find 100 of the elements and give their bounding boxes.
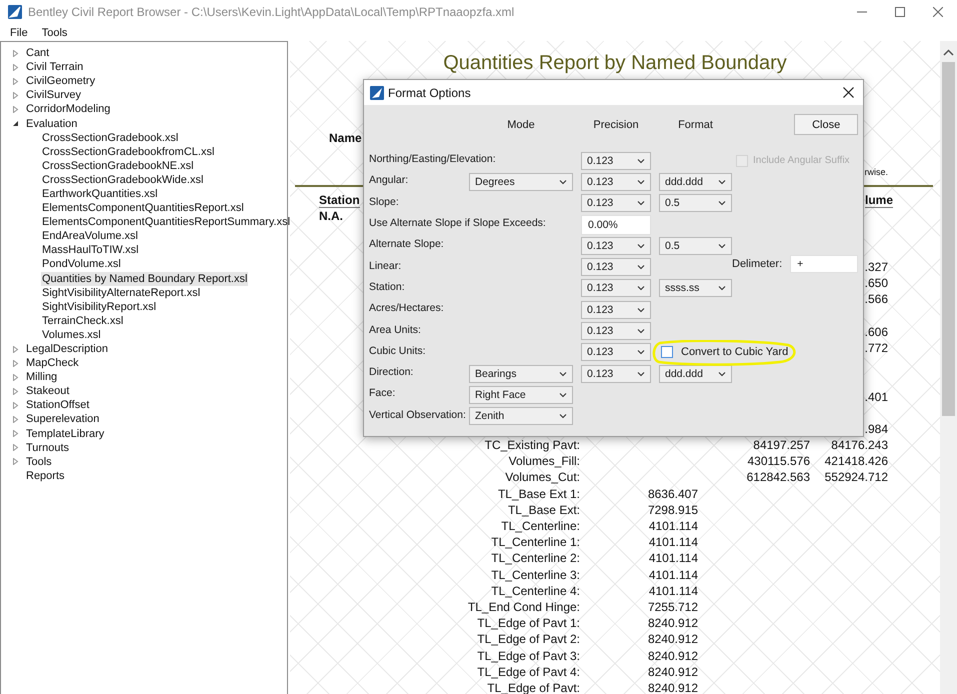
- tree-item[interactable]: ElementsComponentQuantitiesReportSummary.xsl: [41, 215, 292, 230]
- format-dropdown[interactable]: ddd.ddd: [659, 364, 732, 383]
- tree-item[interactable]: CorridorModeling: [25, 102, 112, 116]
- tree-item[interactable]: Cant: [25, 46, 50, 60]
- tree-item[interactable]: Milling: [25, 370, 58, 384]
- precision-dropdown[interactable]: 0.123: [581, 194, 651, 212]
- table-cell: 430115.576: [747, 454, 810, 468]
- table-cell: 8240.912: [648, 616, 698, 630]
- field-label: Acres/Hectares:: [369, 302, 445, 314]
- caret-icon: [718, 178, 726, 185]
- tree-item[interactable]: LegalDescription: [25, 342, 109, 356]
- tree-item[interactable]: Civil Terrain: [25, 60, 84, 74]
- table-cell: TL_Base Ext 1:: [498, 486, 580, 501]
- tree-item[interactable]: PondVolume.xsl: [41, 257, 122, 272]
- tree-item[interactable]: StationOffset: [25, 398, 90, 412]
- tree-item[interactable]: Superelevation: [25, 412, 100, 426]
- menu-item[interactable]: File: [6, 26, 32, 38]
- caret-icon: [718, 285, 726, 292]
- tree-item[interactable]: CivilSurvey: [25, 88, 82, 102]
- precision-dropdown[interactable]: 0.123: [581, 279, 651, 298]
- table-cell: TL_Edge of Pavt 3:: [477, 648, 580, 662]
- format-dropdown[interactable]: ssss.ss: [659, 279, 732, 298]
- mode-dropdown[interactable]: Zenith: [469, 407, 573, 426]
- field-label: Cubic Units:: [369, 344, 427, 357]
- table-cell: 7298.915: [648, 502, 698, 517]
- format-dropdown[interactable]: 0.5: [659, 236, 732, 255]
- caret-icon: [637, 264, 645, 270]
- mode-dropdown[interactable]: Right Face: [469, 386, 573, 404]
- caret-icon: [559, 370, 567, 377]
- close-icon[interactable]: [843, 87, 854, 98]
- scrollbar-thumb[interactable]: [942, 62, 955, 416]
- scrollbar[interactable]: [940, 41, 957, 694]
- precision-dropdown[interactable]: 0.123: [581, 172, 651, 191]
- precision-dropdown[interactable]: 0.123: [581, 258, 651, 276]
- precision-dropdown[interactable]: 0.123: [581, 300, 651, 319]
- maximize-icon[interactable]: [895, 7, 905, 17]
- format-dropdown[interactable]: 0.5: [659, 194, 732, 212]
- input-field[interactable]: +: [790, 255, 858, 274]
- caret-icon: [559, 413, 567, 420]
- tree-item[interactable]: EndAreaVolume.xsl: [41, 229, 139, 244]
- tree-item[interactable]: Quantities by Named Boundary Report.xsl: [41, 272, 248, 286]
- precision-dropdown[interactable]: 0.123: [581, 236, 651, 255]
- field-label: Station:: [369, 280, 406, 293]
- caret-icon: [718, 242, 726, 249]
- table-cell: TL_Edge of Pavt 1:: [477, 616, 580, 630]
- table-cell: 4101.114: [648, 535, 698, 550]
- tree-item[interactable]: CrossSectionGradebook.xsl: [41, 130, 180, 145]
- column-header: Format: [677, 118, 714, 130]
- tree-item[interactable]: CivilGeometry: [25, 74, 96, 88]
- input-field[interactable]: 0.00%: [581, 214, 651, 235]
- caret-icon: [718, 200, 726, 206]
- mode-dropdown[interactable]: Bearings: [469, 364, 573, 383]
- precision-dropdown[interactable]: 0.123: [581, 152, 651, 170]
- table-cell: 84197.257: [753, 438, 810, 452]
- tree-item[interactable]: CrossSectionGradebookNE.xsl: [41, 158, 195, 173]
- precision-dropdown[interactable]: 0.123: [581, 322, 651, 340]
- tree-item[interactable]: MapCheck: [25, 356, 80, 370]
- tree-item[interactable]: EarthworkQuantities.xsl: [41, 186, 159, 201]
- tree-item[interactable]: Volumes.xsl: [41, 328, 102, 342]
- field-label: Area Units:: [369, 324, 422, 336]
- scroll-up-icon[interactable]: [943, 49, 954, 56]
- tree-item[interactable]: Turnouts: [25, 440, 70, 455]
- table-cell: .984: [864, 422, 888, 436]
- caret-icon: [718, 370, 726, 377]
- field-label: Direction:: [369, 366, 414, 378]
- precision-dropdown[interactable]: 0.123: [581, 364, 651, 383]
- field-label: Delimeter:: [732, 258, 782, 270]
- app-logo-icon: [370, 86, 384, 100]
- tree-item[interactable]: CrossSectionGradebookfromCL.xsl: [41, 144, 216, 159]
- tree-item[interactable]: MassHaulToTIW.xsl: [41, 243, 140, 258]
- tree-item[interactable]: TerrainCheck.xsl: [41, 314, 124, 328]
- table-cell: .566: [864, 292, 888, 306]
- tree-expander-icon[interactable]: [12, 120, 19, 128]
- table-cell: 612842.563: [746, 470, 810, 484]
- table-cell: TL_Edge of Pavt 4:: [477, 664, 580, 679]
- table-cell: TL_Base Ext:: [508, 502, 580, 517]
- mode-dropdown[interactable]: Degrees: [469, 172, 573, 191]
- tree-item[interactable]: CrossSectionGradebookWide.xsl: [41, 172, 204, 187]
- menu-item[interactable]: Tools: [38, 26, 72, 38]
- tree-item[interactable]: SightVisibilityAlternateReport.xsl: [41, 286, 202, 300]
- tree-item[interactable]: Evaluation: [25, 116, 78, 131]
- caret-icon: [559, 392, 567, 398]
- table-cell: Volumes_Cut:: [505, 470, 580, 484]
- tree-item[interactable]: Reports: [25, 468, 66, 483]
- precision-dropdown[interactable]: 0.123: [581, 343, 651, 362]
- tree-item[interactable]: Tools: [25, 454, 53, 469]
- tree-item[interactable]: Stakeout: [25, 384, 70, 398]
- tree-item[interactable]: SightVisibilityReport.xsl: [41, 300, 158, 314]
- table-cell: 4101.114: [648, 584, 698, 598]
- caret-icon: [637, 370, 645, 377]
- checkbox[interactable]: [661, 346, 673, 358]
- caret-icon: [637, 349, 645, 356]
- table-cell: .650: [864, 276, 888, 290]
- tree-item[interactable]: ElementsComponentQuantitiesReport.xsl: [41, 201, 245, 216]
- table-cell: TL_Centerline 3:: [491, 568, 580, 582]
- close-button[interactable]: Close: [794, 114, 858, 135]
- caret-icon: [637, 285, 645, 292]
- tree-item[interactable]: TemplateLibrary: [25, 426, 106, 441]
- checkbox-label: Include Angular Suffix: [753, 155, 850, 166]
- format-dropdown[interactable]: ddd.ddd: [659, 172, 732, 191]
